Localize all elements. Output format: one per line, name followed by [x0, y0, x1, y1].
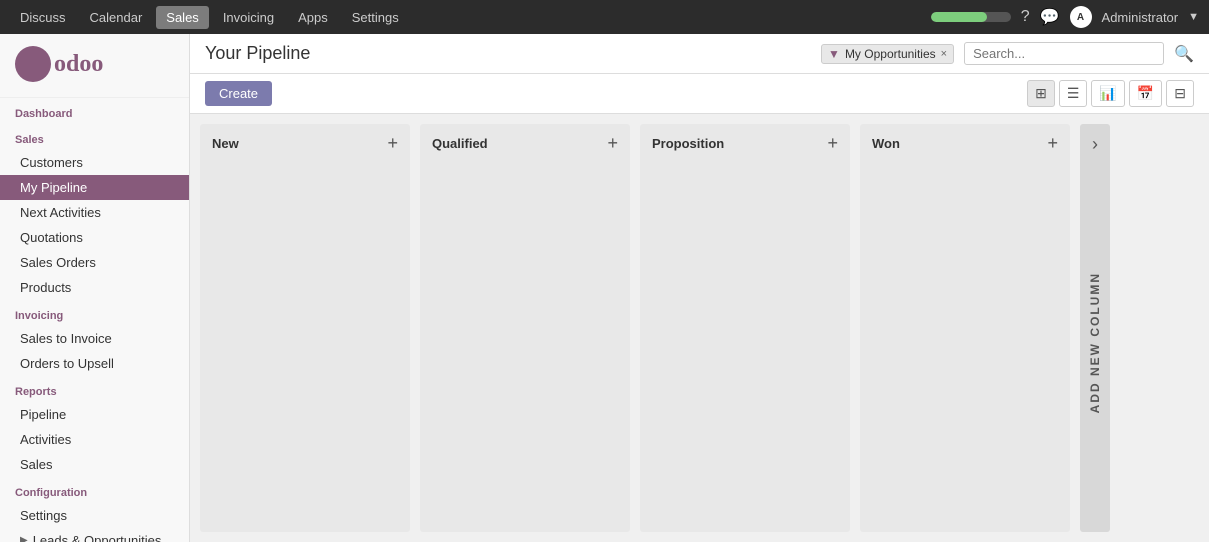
search-input[interactable] — [964, 42, 1164, 65]
add-column-label: ADD NEW COLUMN — [1088, 272, 1102, 413]
kanban-col-new-body — [200, 162, 410, 532]
sidebar-item-orders-to-upsell[interactable]: Orders to Upsell — [0, 351, 189, 376]
chart-view-button[interactable]: 📊 — [1091, 80, 1124, 107]
kanban-col-won-title: Won — [872, 136, 900, 151]
logo-area: odoo — [0, 34, 189, 98]
nav-sales[interactable]: Sales — [156, 6, 209, 29]
progress-bar — [931, 12, 1011, 22]
sidebar-item-pipeline[interactable]: Pipeline — [0, 402, 189, 427]
view-toolbar: Create ⊞ ☰ 📊 📅 ⊟ — [190, 74, 1209, 114]
kanban-col-proposition-add-button[interactable]: + — [827, 134, 838, 152]
kanban-col-qualified-add-button[interactable]: + — [607, 134, 618, 152]
content: Your Pipeline ▼ My Opportunities × 🔍 Cre… — [190, 34, 1209, 542]
kanban-col-won-body — [860, 162, 1070, 532]
progress-fill — [931, 12, 987, 22]
sidebar-item-sales[interactable]: Sales — [0, 452, 189, 477]
kanban-col-qualified-title: Qualified — [432, 136, 488, 151]
search-button[interactable]: 🔍 — [1174, 44, 1194, 64]
sidebar-section-sales: Sales — [0, 124, 189, 150]
logo-text: odoo — [54, 51, 103, 78]
main-area: odoo Dashboard Sales Customers My Pipeli… — [0, 34, 1209, 542]
page-title: Your Pipeline — [205, 43, 310, 64]
kanban-col-new: New + — [200, 124, 410, 532]
nav-right: ? 💬 A Administrator ▼ — [931, 6, 1199, 28]
sidebar-item-next-activities[interactable]: Next Activities — [0, 200, 189, 225]
kanban-col-proposition-body — [640, 162, 850, 532]
kanban-col-qualified: Qualified + — [420, 124, 630, 532]
kanban-col-qualified-body — [420, 162, 630, 532]
sidebar-section-reports: Reports — [0, 376, 189, 402]
sidebar-item-leads-label: Leads & Opportunities — [33, 533, 162, 542]
kanban-view-button[interactable]: ⊞ — [1027, 80, 1055, 107]
help-icon[interactable]: ? — [1021, 8, 1030, 26]
list-view-button[interactable]: ☰ — [1059, 80, 1088, 107]
sidebar-item-quotations[interactable]: Quotations — [0, 225, 189, 250]
filter-remove-button[interactable]: × — [941, 48, 947, 60]
table-view-button[interactable]: ⊟ — [1166, 80, 1194, 107]
kanban-col-won-header: Won + — [860, 124, 1070, 162]
leads-arrow-icon: ▶ — [20, 535, 28, 542]
admin-label[interactable]: Administrator — [1102, 10, 1179, 25]
sidebar-item-activities[interactable]: Activities — [0, 427, 189, 452]
sidebar-item-settings[interactable]: Settings — [0, 503, 189, 528]
add-column-panel[interactable]: › ADD NEW COLUMN — [1080, 124, 1110, 532]
kanban-col-proposition: Proposition + — [640, 124, 850, 532]
sidebar-section-dashboard: Dashboard — [0, 98, 189, 124]
nav-items: Discuss Calendar Sales Invoicing Apps Se… — [10, 6, 409, 29]
sidebar: odoo Dashboard Sales Customers My Pipeli… — [0, 34, 190, 542]
logo-circle — [15, 46, 51, 82]
sidebar-section-invoicing: Invoicing — [0, 300, 189, 326]
nav-calendar[interactable]: Calendar — [80, 6, 153, 29]
chevron-right-icon: › — [1092, 134, 1098, 155]
kanban-col-new-title: New — [212, 136, 239, 151]
kanban-board: New + Qualified + Proposition + — [190, 114, 1209, 542]
nav-discuss[interactable]: Discuss — [10, 6, 76, 29]
kanban-col-new-header: New + — [200, 124, 410, 162]
content-header: Your Pipeline ▼ My Opportunities × 🔍 — [190, 34, 1209, 74]
filter-tag: ▼ My Opportunities × — [821, 44, 954, 64]
calendar-view-button[interactable]: 📅 — [1129, 80, 1162, 107]
sidebar-item-leads[interactable]: ▶ Leads & Opportunities — [0, 528, 189, 542]
kanban-col-won: Won + — [860, 124, 1070, 532]
filter-label: My Opportunities — [845, 47, 936, 61]
avatar: A — [1070, 6, 1092, 28]
top-nav: Discuss Calendar Sales Invoicing Apps Se… — [0, 0, 1209, 34]
sidebar-item-my-pipeline[interactable]: My Pipeline — [0, 175, 189, 200]
admin-chevron[interactable]: ▼ — [1188, 11, 1199, 23]
kanban-col-new-add-button[interactable]: + — [387, 134, 398, 152]
kanban-col-proposition-title: Proposition — [652, 136, 724, 151]
kanban-col-won-add-button[interactable]: + — [1047, 134, 1058, 152]
nav-apps[interactable]: Apps — [288, 6, 338, 29]
sidebar-item-sales-orders[interactable]: Sales Orders — [0, 250, 189, 275]
sidebar-item-sales-to-invoice[interactable]: Sales to Invoice — [0, 326, 189, 351]
create-button[interactable]: Create — [205, 81, 272, 106]
kanban-col-qualified-header: Qualified + — [420, 124, 630, 162]
sidebar-item-customers[interactable]: Customers — [0, 150, 189, 175]
sidebar-section-configuration: Configuration — [0, 477, 189, 503]
sidebar-item-products[interactable]: Products — [0, 275, 189, 300]
nav-settings[interactable]: Settings — [342, 6, 409, 29]
kanban-col-proposition-header: Proposition + — [640, 124, 850, 162]
chat-icon[interactable]: 💬 — [1040, 7, 1060, 27]
nav-invoicing[interactable]: Invoicing — [213, 6, 284, 29]
filter-icon: ▼ — [828, 47, 840, 61]
